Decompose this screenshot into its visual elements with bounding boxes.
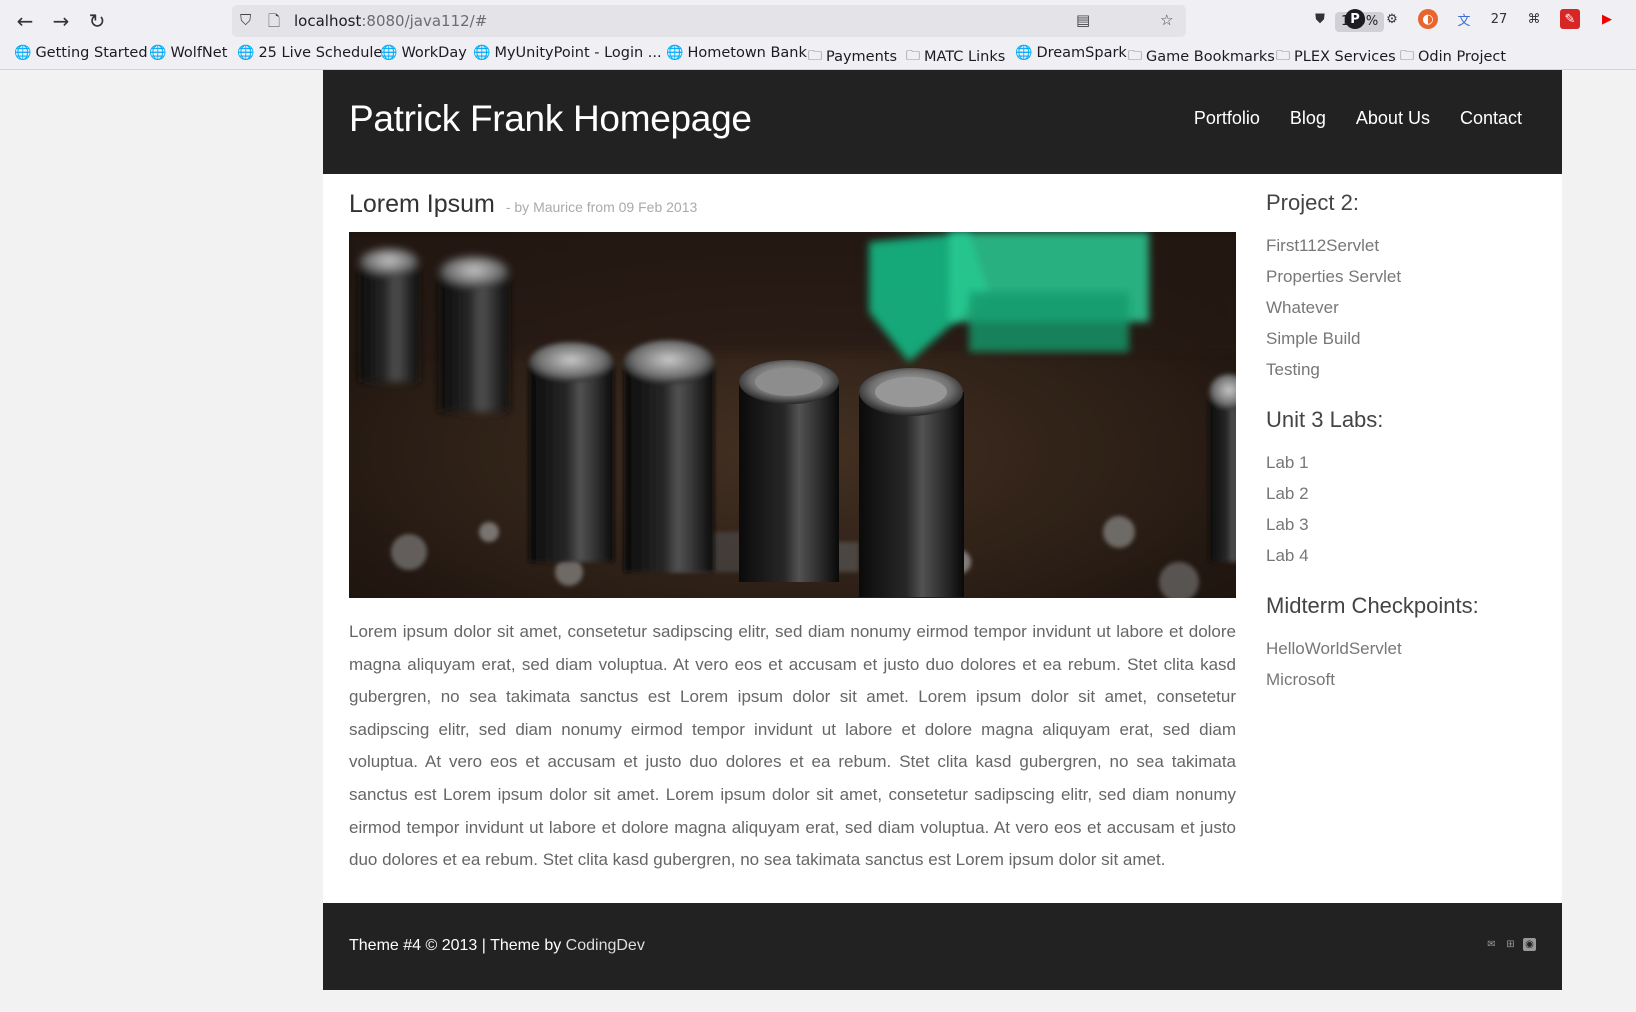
globe-icon: 🌐	[666, 45, 684, 61]
bookmark-label: WorkDay	[401, 45, 467, 61]
back-arrow-icon[interactable]: ←	[10, 6, 40, 36]
bookmark-item[interactable]: 🌐 DreamSpark	[1015, 45, 1127, 61]
sidebar-link-simple-build[interactable]: Simple Build	[1266, 323, 1546, 354]
address-bar[interactable]: ⛉ 🗋 localhost:8080/java112/# ▤ 130% ☆	[232, 5, 1385, 37]
bookmark-item[interactable]: 🌐 Hometown Bank	[666, 45, 807, 61]
post-title: Lorem Ipsum	[349, 190, 495, 218]
globe-icon: 🌐	[237, 45, 255, 61]
footer-icons: ✉ ⊞ ◉	[1485, 938, 1536, 951]
folder-icon: 🗀	[1400, 48, 1414, 64]
page-viewport: Patrick Frank Homepage Portfolio Blog Ab…	[0, 70, 1636, 1012]
url-host: localhost	[294, 12, 362, 30]
site-header: Patrick Frank Homepage Portfolio Blog Ab…	[323, 70, 1562, 174]
url-path: :8080/java112/#	[361, 12, 488, 30]
globe-icon: 🌐	[14, 45, 32, 61]
bookmark-label: PLEX Services	[1294, 49, 1396, 65]
sidebar-link-testing[interactable]: Testing	[1266, 354, 1546, 385]
sidebar-heading: Project 2:	[1266, 190, 1359, 215]
reload-icon[interactable]: ↻	[82, 6, 112, 36]
bookmark-star-icon[interactable]: ☆	[1160, 11, 1173, 29]
bookmark-label: MATC Links	[924, 49, 1006, 65]
youtube-icon[interactable]: ▶	[1597, 9, 1617, 29]
sidebar-link-lab-3[interactable]: Lab 3	[1266, 509, 1546, 540]
bookmark-item[interactable]: 🌐 Getting Started	[14, 45, 148, 61]
bookmark-item[interactable]: 🌐 MyUnityPoint - Login ...	[473, 45, 662, 61]
sidebar-section-midterm-checkpoints: Midterm Checkpoints: HelloWorldServlet M…	[1266, 593, 1546, 695]
sidebar-link-lab-2[interactable]: Lab 2	[1266, 478, 1546, 509]
footer-text: Theme #4 © 2013 | Theme by CodingDev	[349, 937, 645, 955]
hero-image	[349, 232, 1236, 598]
sidebar-link-microsoft[interactable]: Microsoft	[1266, 664, 1546, 695]
sidebar-link-helloworldservlet[interactable]: HelloWorldServlet	[1266, 633, 1546, 664]
nav-contact[interactable]: Contact	[1460, 108, 1522, 129]
circuit-board-photo	[349, 232, 1236, 598]
pocket-icon[interactable]: ⛊	[1310, 9, 1330, 29]
bookmark-label: Payments	[826, 49, 898, 65]
post-heading: Lorem Ipsum - by Maurice from 09 Feb 201…	[349, 190, 697, 219]
reader-view-icon[interactable]: ▤	[1076, 11, 1090, 29]
globe-icon: 🌐	[473, 45, 491, 61]
site-container: Patrick Frank Homepage Portfolio Blog Ab…	[323, 70, 1562, 990]
bookmark-label: Hometown Bank	[687, 45, 807, 61]
pen-extension-icon[interactable]: ✎	[1560, 9, 1580, 29]
translate-icon[interactable]: 文	[1454, 9, 1474, 29]
bookmark-item[interactable]: 🌐 WolfNet	[149, 45, 227, 61]
site-footer: Theme #4 © 2013 | Theme by CodingDev ✉ ⊞…	[323, 903, 1562, 990]
duckduckgo-icon[interactable]: ◐	[1418, 9, 1438, 29]
folder-icon: 🗀	[906, 48, 920, 64]
bookmark-folder[interactable]: 🗀 PLEX Services	[1276, 45, 1396, 69]
nav-portfolio[interactable]: Portfolio	[1194, 108, 1260, 129]
bookmark-label: WolfNet	[170, 45, 228, 61]
url-text[interactable]: localhost:8080/java112/#	[294, 12, 487, 30]
main-nav: Portfolio Blog About Us Contact	[1194, 108, 1522, 129]
bookmark-folder[interactable]: 🗀 Game Bookmarks	[1128, 45, 1275, 69]
bookmark-folder[interactable]: 🗀 MATC Links	[906, 45, 1005, 69]
bookmark-label: MyUnityPoint - Login ...	[494, 45, 662, 61]
nav-about-us[interactable]: About Us	[1356, 108, 1430, 129]
bookmark-label: 25 Live Schedule	[258, 45, 383, 61]
sidebar-heading: Midterm Checkpoints:	[1266, 593, 1479, 618]
bookmark-label: DreamSpark	[1036, 45, 1127, 61]
sidebar-link-first112servlet[interactable]: First112Servlet	[1266, 230, 1546, 261]
browser-toolbar: ← → ↻ ⛉ 🗋 localhost:8080/java112/# ▤ 130…	[0, 0, 1636, 40]
footer-copyright: Theme #4 © 2013 | Theme by	[349, 937, 566, 954]
folder-icon: 🗀	[1128, 48, 1142, 64]
bookmarks-bar: 🌐 Getting Started 🌐 WolfNet 🌐 25 Live Sched…	[0, 40, 1636, 70]
bookmark-item[interactable]: 🌐 WorkDay	[380, 45, 467, 61]
bookmark-folder[interactable]: 🗀 Odin Project	[1400, 45, 1506, 69]
folder-icon: 🗀	[808, 48, 822, 64]
folder-icon: 🗀	[1276, 48, 1290, 64]
bookmark-label: Game Bookmarks	[1146, 49, 1275, 65]
sidebar-section-project-2: Project 2: First112Servlet Properties Se…	[1266, 190, 1546, 385]
post-meta: - by Maurice from 09 Feb 2013	[505, 199, 698, 215]
globe-icon: 🌐	[1015, 45, 1033, 61]
sidebar-section-unit-3-labs: Unit 3 Labs: Lab 1 Lab 2 Lab 3 Lab 4	[1266, 407, 1546, 571]
site-title[interactable]: Patrick Frank Homepage	[349, 98, 752, 140]
settings-gear-icon[interactable]: ⚙	[1382, 9, 1402, 29]
calendar-icon[interactable]: 27	[1489, 9, 1509, 29]
mail-icon[interactable]: ✉	[1485, 938, 1498, 951]
sitemap-icon[interactable]: ⊞	[1504, 938, 1517, 951]
forward-arrow-icon[interactable]: →	[46, 6, 76, 36]
globe-icon: 🌐	[149, 45, 167, 61]
page-info-icon[interactable]: 🗋	[268, 11, 280, 36]
post-body: Lorem ipsum dolor sit amet, consetetur s…	[349, 622, 1236, 870]
bookmark-label: Odin Project	[1418, 49, 1507, 65]
sidebar: Project 2: First112Servlet Properties Se…	[1266, 190, 1546, 717]
p-extension-icon[interactable]: P	[1345, 9, 1365, 29]
sidebar-link-properties-servlet[interactable]: Properties Servlet	[1266, 261, 1546, 292]
bookmark-label: Getting Started	[35, 45, 148, 61]
bookmark-folder[interactable]: 🗀 Payments	[808, 45, 897, 69]
nav-blog[interactable]: Blog	[1290, 108, 1326, 129]
footer-theme-link[interactable]: CodingDev	[566, 937, 645, 954]
ublock-icon[interactable]: ⌘	[1524, 9, 1544, 29]
shield-icon[interactable]: ⛉	[240, 11, 251, 29]
globe-icon: 🌐	[380, 45, 398, 61]
rss-icon[interactable]: ◉	[1523, 938, 1536, 951]
sidebar-heading: Unit 3 Labs:	[1266, 407, 1384, 432]
sidebar-link-lab-1[interactable]: Lab 1	[1266, 447, 1546, 478]
bookmark-item[interactable]: 🌐 25 Live Schedule	[237, 45, 382, 61]
sidebar-link-whatever[interactable]: Whatever	[1266, 292, 1546, 323]
sidebar-link-lab-4[interactable]: Lab 4	[1266, 540, 1546, 571]
